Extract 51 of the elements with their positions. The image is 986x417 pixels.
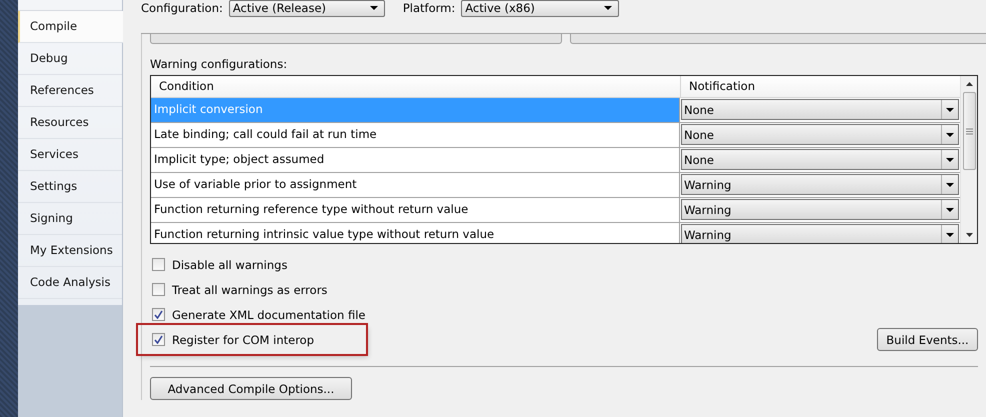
column-header[interactable]: Condition [151, 76, 680, 97]
build-events-button[interactable]: Build Events... [877, 328, 978, 351]
checkbox-label[interactable]: Generate XML documentation file [172, 308, 366, 322]
notification-dropdown[interactable]: None [681, 124, 959, 145]
scrollbar[interactable] [960, 76, 977, 243]
sidebar-tab[interactable]: Compile [18, 11, 123, 43]
configuration-label: Configuration: [141, 1, 223, 15]
caret-icon [946, 182, 954, 186]
sidebar-tab[interactable]: Services [18, 139, 122, 171]
notification-dropdown[interactable]: Warning [681, 224, 959, 243]
condition-cell[interactable]: Function returning reference type without return value [151, 198, 680, 222]
advanced-compile-options-button[interactable]: Advanced Compile Options... [150, 377, 352, 400]
notification-dropdown[interactable]: Warning [681, 174, 959, 195]
checkbox-label[interactable]: Treat all warnings as errors [172, 282, 328, 296]
caret-icon [370, 6, 378, 10]
checkbox[interactable] [152, 308, 165, 321]
condition-cell[interactable]: Function returning intrinsic value type without return value [151, 223, 680, 243]
sidebar-tab[interactable]: Signing [18, 203, 122, 235]
sidebar-tab[interactable]: Resources [18, 107, 122, 139]
scroll-thumb[interactable] [962, 92, 976, 170]
sidebar-tab[interactable]: My Extensions [18, 235, 122, 267]
checkbox-label[interactable]: Disable all warnings [172, 258, 288, 272]
platform-dropdown[interactable]: Active (x86) [461, 0, 620, 16]
checkmark-icon [154, 335, 163, 344]
notification-dropdown[interactable]: None [681, 99, 959, 120]
condition-cell[interactable]: Use of variable prior to assignment [151, 173, 680, 197]
checkmark-icon [154, 310, 163, 319]
sidebar-tab[interactable]: References [18, 75, 122, 107]
sidebar-tab[interactable]: Settings [18, 171, 122, 203]
condition-cell[interactable]: Late binding; call could fail at run time [151, 123, 680, 147]
configuration-dropdown[interactable]: Active (Release) [228, 0, 385, 16]
caret-icon [604, 6, 612, 10]
scroll-up-icon[interactable] [966, 82, 972, 86]
checkbox[interactable] [152, 258, 165, 271]
grip-icon [966, 128, 972, 134]
notification-dropdown[interactable]: None [681, 149, 959, 170]
checkbox[interactable] [152, 283, 165, 296]
sidebar-tab[interactable]: Code Analysis [18, 267, 122, 299]
caret-icon [946, 232, 954, 236]
caret-icon [946, 158, 954, 162]
scroll-down-icon[interactable] [966, 233, 972, 237]
section-label: Warning configurations: [150, 56, 288, 72]
platform-label: Platform: [402, 1, 456, 15]
caret-icon [946, 132, 954, 136]
caret-icon [946, 108, 954, 112]
checkbox[interactable] [152, 333, 165, 346]
notification-dropdown[interactable]: Warning [681, 199, 959, 220]
caret-icon [946, 208, 954, 212]
sidebar-tab[interactable]: Debug [18, 43, 122, 75]
condition-cell[interactable]: Implicit type; object assumed [151, 148, 680, 172]
checkbox-label[interactable]: Register for COM interop [172, 332, 314, 346]
